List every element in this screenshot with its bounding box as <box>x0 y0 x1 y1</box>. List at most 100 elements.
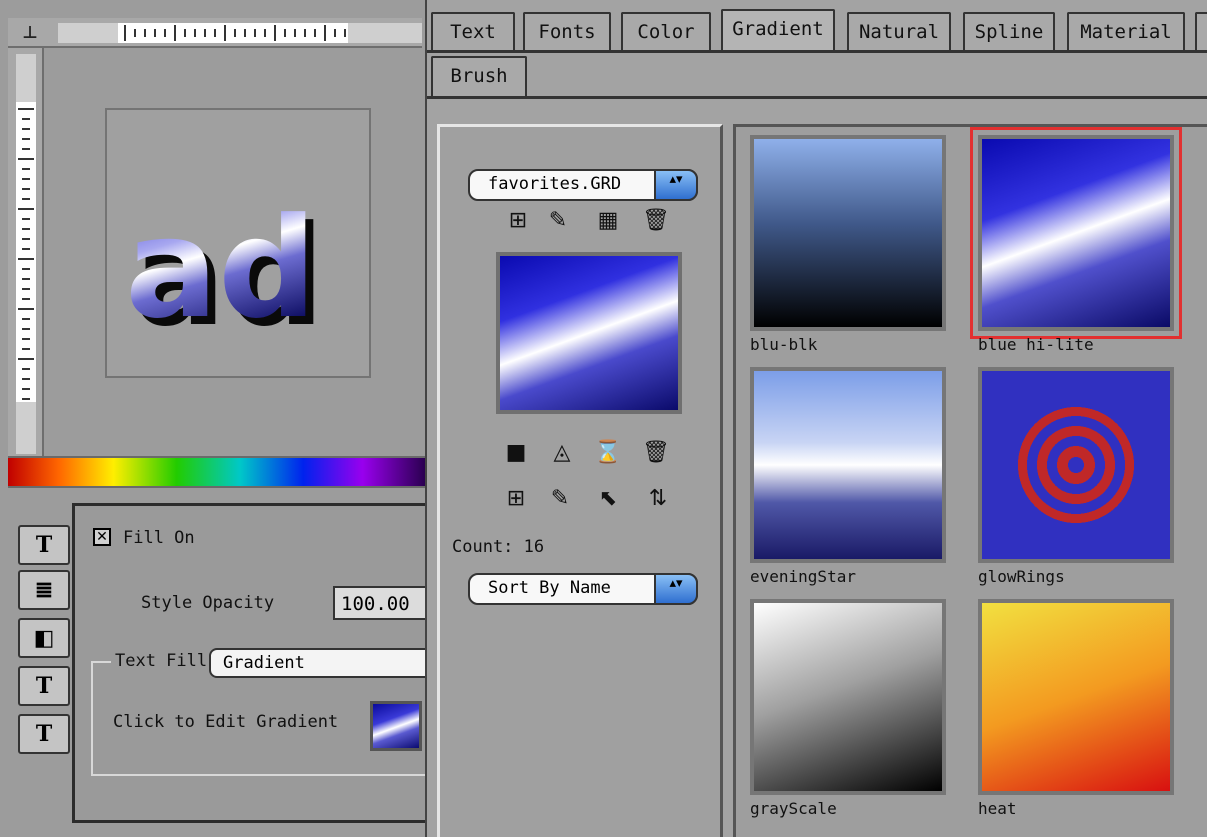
ruler-tick <box>164 29 166 37</box>
gradient-label: blue hi-lite <box>978 335 1094 354</box>
vertical-ruler[interactable] <box>8 48 44 458</box>
ruler-tick <box>254 29 256 37</box>
delete-library-icon[interactable]: 🗑 <box>642 207 670 235</box>
ruler-tick <box>18 158 34 160</box>
ruler-tick <box>18 108 34 110</box>
ruler-tick <box>134 29 136 37</box>
text-preview-canvas[interactable]: ad ad <box>105 108 371 378</box>
edit-library-icon[interactable]: ✎ <box>544 207 572 235</box>
gradient-cell[interactable]: glowRings <box>978 367 1178 599</box>
ruler-tick <box>174 25 176 41</box>
edit-gradient-swatch[interactable] <box>370 701 422 751</box>
tab-material[interactable]: Material <box>1067 12 1185 52</box>
fill-on-label: Fill On <box>123 528 195 548</box>
gradient-cell[interactable]: grayScale <box>750 599 950 831</box>
ruler-tick <box>22 138 30 140</box>
text-fill-value: Gradient <box>223 653 305 673</box>
side-tab-paragraph[interactable]: ≣ <box>18 570 70 610</box>
ruler-tick <box>22 328 30 330</box>
edit-gradient-icon[interactable]: ✎ <box>546 485 574 513</box>
fill-on-checkbox[interactable]: ✕ <box>93 528 111 546</box>
ruler-tick <box>18 258 34 260</box>
solid-color-icon[interactable]: ■ <box>502 439 530 467</box>
ruler-tick <box>22 188 30 190</box>
ruler-tick <box>22 388 30 390</box>
ruler-tick <box>22 118 30 120</box>
swap-gradient-icon[interactable]: ⇅ <box>644 485 672 513</box>
sort-select[interactable]: Sort By Name ▴▾ <box>468 573 698 605</box>
tab-brush[interactable]: Brush <box>431 56 527 96</box>
vertical-ruler-scale <box>16 54 36 454</box>
tab-natural[interactable]: Natural <box>847 12 951 52</box>
gradient-swatch-grayscale[interactable] <box>750 599 946 795</box>
edit-gradient-label: Click to Edit Gradient <box>113 712 339 732</box>
tab-fonts[interactable]: Fonts <box>523 12 611 52</box>
gradient-label: grayScale <box>750 799 837 818</box>
gradient-swatch-eveningstar[interactable] <box>750 367 946 563</box>
gradient-swatch-glowrings[interactable] <box>978 367 1174 563</box>
text-fill-label: Text Fill <box>111 651 212 671</box>
ruler-tick <box>244 29 246 37</box>
ruler-tick <box>194 29 196 37</box>
gradient-swatch-blu-blk[interactable] <box>750 135 946 331</box>
gradient-label: blu-blk <box>750 335 818 354</box>
ruler-tick <box>22 248 30 250</box>
gradient-swatch-heat[interactable] <box>978 599 1174 795</box>
preview-text: ad <box>125 188 317 349</box>
ruler-tick <box>22 228 30 230</box>
ruler-tick <box>22 168 30 170</box>
ruler-tick <box>22 128 30 130</box>
gradient-ramp-icon[interactable]: ◬ <box>540 439 584 467</box>
library-grid-icon[interactable]: ▦ <box>594 207 622 235</box>
chevron-up-down-icon[interactable]: ▴▾ <box>654 573 698 605</box>
tab-row-divider <box>427 50 1207 53</box>
ruler-tick <box>214 29 216 37</box>
chevron-up-down-icon[interactable]: ▴▾ <box>654 169 698 201</box>
hourglass-icon[interactable]: ⌛ <box>594 439 622 467</box>
delete-gradient-icon[interactable]: 🗑 <box>642 439 670 467</box>
side-tab-text[interactable]: T <box>18 525 70 565</box>
ruler-tick <box>334 29 336 37</box>
new-library-icon[interactable]: ⊞ <box>504 207 532 235</box>
gradient-library-select[interactable]: favorites.GRD ▴▾ <box>468 169 698 201</box>
gradient-label: glowRings <box>978 567 1065 586</box>
ruler-tick <box>184 29 186 37</box>
text-fill-select[interactable]: Gradient <box>209 648 430 678</box>
style-side-tabs: T ≣ ◧ T T <box>18 525 70 765</box>
gradient-text-preview: ad ad <box>125 188 325 356</box>
ruler-tick <box>22 378 30 380</box>
ruler-tick <box>324 25 326 41</box>
tab-text[interactable]: Text <box>431 12 515 52</box>
side-tab-fill[interactable]: ◧ <box>18 618 70 658</box>
gradient-swatch-blue-hi-lite[interactable] <box>970 127 1182 339</box>
select-gradient-icon[interactable]: ⬉ <box>594 485 622 513</box>
ruler-tick <box>22 148 30 150</box>
gradient-cell[interactable]: blu-blk <box>750 135 950 367</box>
color-spectrum-bar[interactable] <box>8 456 430 488</box>
tab-color[interactable]: Color <box>621 12 711 52</box>
gradient-cell[interactable]: blue hi-lite <box>970 127 1182 367</box>
side-tab-shadow[interactable]: T <box>18 714 70 754</box>
side-tab-outline[interactable]: T <box>18 666 70 706</box>
styles-dialog: Text Fonts Color Gradient Natural Spline… <box>425 0 1207 837</box>
gradient-label: heat <box>978 799 1017 818</box>
ruler-tick <box>294 29 296 37</box>
ruler-tick <box>124 25 126 41</box>
tab-overflow[interactable] <box>1195 12 1207 52</box>
ruler-tick <box>22 318 30 320</box>
style-opacity-field[interactable]: 100.00 <box>333 586 430 620</box>
tab-spline[interactable]: Spline <box>963 12 1055 52</box>
new-gradient-icon[interactable]: ⊞ <box>502 485 530 513</box>
selected-gradient-preview[interactable] <box>496 252 682 414</box>
gradient-swatch-grid: blu-blk blue hi-lite eveningStar glowRin… <box>733 124 1207 837</box>
ruler-tick <box>22 338 30 340</box>
gradient-cell[interactable]: heat <box>978 599 1178 831</box>
ruler-tick <box>22 218 30 220</box>
ruler-origin-icon[interactable]: ⊥ <box>8 18 52 48</box>
tab-gradient[interactable]: Gradient <box>721 9 835 53</box>
gradient-cell[interactable]: eveningStar <box>750 367 950 599</box>
horizontal-ruler[interactable]: ⊥ <box>8 18 422 48</box>
gradient-count-label: Count: 16 <box>452 537 545 557</box>
ruler-tick <box>22 298 30 300</box>
ruler-tick <box>18 308 34 310</box>
